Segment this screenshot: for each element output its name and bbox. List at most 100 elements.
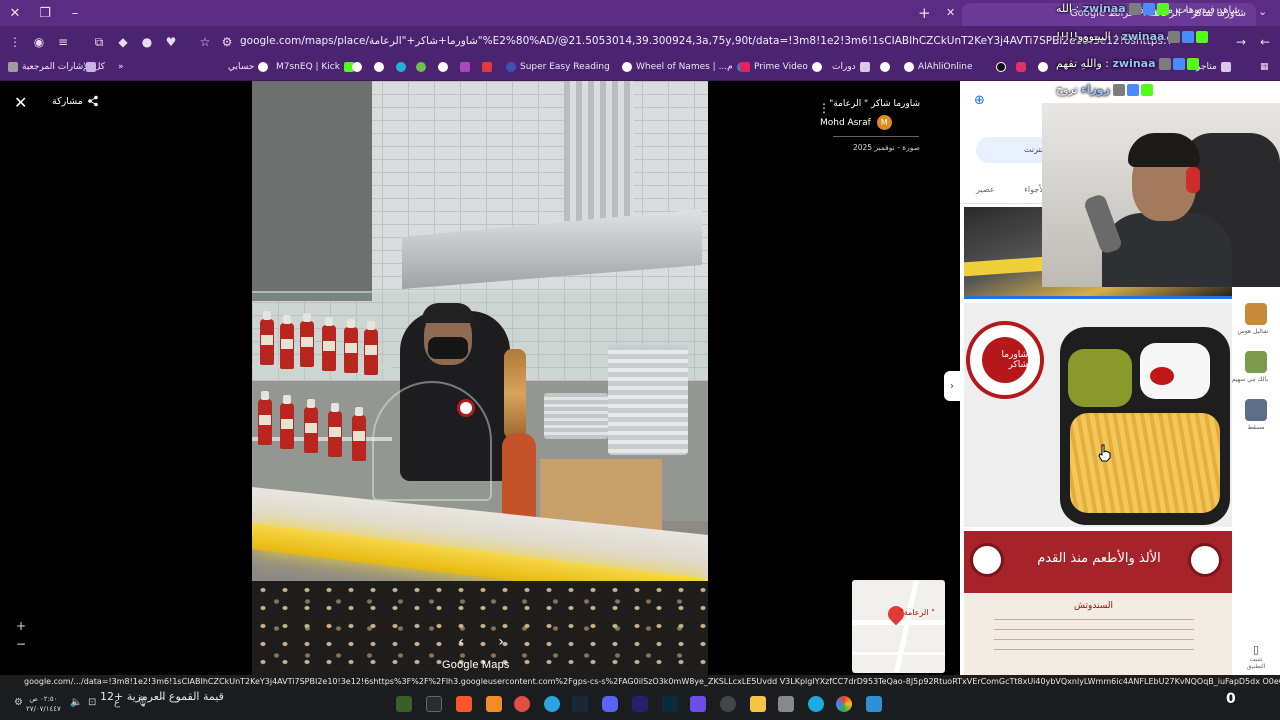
- chat-user: zwinaa: [1082, 2, 1126, 15]
- app-steam-icon[interactable]: [572, 696, 588, 712]
- bookmark-icon-7[interactable]: [482, 62, 492, 72]
- bookmark-instagram[interactable]: [1016, 62, 1026, 72]
- folder-icon: [1220, 62, 1231, 72]
- restore-window-icon[interactable]: ❐: [30, 0, 60, 26]
- app-start-icon[interactable]: [866, 696, 882, 712]
- diamond-icon[interactable]: ◆: [114, 33, 132, 51]
- bookmark-label: حسابي: [228, 62, 255, 72]
- bookmark-kick[interactable]: M7snEQ | Kick: [276, 62, 354, 72]
- network-icon[interactable]: ⊡: [88, 697, 96, 708]
- bookmark-icon-9[interactable]: [1038, 62, 1048, 72]
- restaurant-photo[interactable]: ‹ › Google Maps: [252, 81, 708, 675]
- app-discord-icon[interactable]: [602, 696, 618, 712]
- stream-counter: 0: [1226, 691, 1236, 707]
- mini-map[interactable]: " الرعامة": [852, 580, 945, 673]
- photo-author[interactable]: Mohd Asraf M: [820, 115, 892, 130]
- rail-item[interactable]: شاليل هوس: [1237, 303, 1268, 335]
- app-terminal-icon[interactable]: [426, 696, 442, 712]
- app-arc-icon[interactable]: [486, 696, 502, 712]
- clock-date: ٢٧/٠٧/١٤٤٧: [26, 705, 61, 713]
- rail-item[interactable]: بالك بني سهيم: [1232, 351, 1268, 383]
- close-icon[interactable]: ✕: [14, 93, 27, 112]
- place-title[interactable]: شاورما شاكر " الرعامة": [760, 99, 920, 109]
- bookmark-icon-2[interactable]: [374, 62, 384, 72]
- puzzle-icon[interactable]: ⧉: [90, 33, 108, 51]
- bookmark-alahli[interactable]: AlAhliOnline: [904, 62, 973, 72]
- bookmark-star-icon[interactable]: ☆: [196, 33, 214, 51]
- bookmark-courses[interactable]: دورات: [832, 62, 870, 72]
- zoom-in-icon[interactable]: +: [16, 617, 26, 635]
- chat-message: : واللهِ تقهم: [1056, 57, 1109, 70]
- globe-icon: [622, 62, 632, 72]
- app-brave-icon[interactable]: [456, 696, 472, 712]
- fries-and-shawarma: [1070, 413, 1220, 513]
- hand-cursor-icon: [1098, 444, 1111, 462]
- app-minecraft-icon[interactable]: [396, 696, 412, 712]
- close-window-icon[interactable]: ✕: [0, 0, 30, 26]
- app-premiere-icon[interactable]: [632, 696, 648, 712]
- app-explorer-icon[interactable]: [750, 696, 766, 712]
- next-photo-icon[interactable]: ›: [488, 629, 514, 655]
- app-record-icon[interactable]: [514, 696, 530, 712]
- bookmark-wheel[interactable]: Wheel of Names | ...م: [622, 62, 747, 72]
- apps-grid-icon[interactable]: ▦: [1260, 62, 1269, 72]
- photo-date: صورة - نوفمبر 2025: [852, 143, 920, 152]
- app-obs-icon[interactable]: [720, 696, 736, 712]
- ext-round-icon[interactable]: ●: [138, 33, 156, 51]
- zoom-out-icon[interactable]: −: [16, 635, 26, 653]
- site-settings-icon[interactable]: ⚙: [218, 33, 236, 51]
- forward-icon[interactable]: →: [1232, 33, 1250, 51]
- ketchup-bottle: [352, 407, 366, 461]
- bookmark-super-easy[interactable]: Super Easy Reading: [506, 62, 610, 72]
- bookmark-icon-1[interactable]: [352, 62, 362, 72]
- bookmark-account[interactable]: حسابي: [228, 62, 269, 72]
- settings-icon[interactable]: ⚙: [14, 697, 23, 708]
- bookmark-icon-6[interactable]: [460, 62, 470, 72]
- photo-thumbnail[interactable]: شاورما شاكر: [964, 303, 1232, 527]
- restaurant-logo: شاورما شاكر: [966, 321, 1044, 399]
- share-button[interactable]: مشاركة: [52, 95, 99, 107]
- tab-list-icon[interactable]: ⌄: [1258, 5, 1267, 18]
- install-app-button[interactable]: ▯ تثبيت التطبيق: [1240, 643, 1272, 670]
- bookmark-prime[interactable]: Prime Video: [740, 62, 822, 72]
- ketchup-bottle: [328, 403, 342, 457]
- foil-trays: [608, 345, 688, 455]
- collapse-panel-icon[interactable]: ›: [944, 371, 960, 401]
- url-input[interactable]: google.com/maps/place/شاورما+شاكر+"الرعا…: [240, 35, 1170, 47]
- chat-message: : الله: [1056, 2, 1080, 15]
- new-tab-icon[interactable]: +: [918, 4, 931, 22]
- photo-thumbnail[interactable]: الألذ والأطعم منذ القدم السندوتش: [964, 531, 1232, 675]
- tab-juice[interactable]: عصير: [976, 185, 995, 194]
- minimize-window-icon[interactable]: –: [60, 0, 90, 26]
- prev-photo-icon[interactable]: ‹: [448, 629, 474, 655]
- bookmark-icon-4[interactable]: [416, 62, 426, 72]
- globe-icon: [258, 62, 269, 72]
- menu-row: [994, 619, 1194, 620]
- app-store-icon[interactable]: [778, 696, 794, 712]
- rail-item[interactable]: مسقط: [1244, 399, 1268, 431]
- back-icon[interactable]: ←: [1256, 33, 1274, 51]
- volume-icon[interactable]: 🔈: [70, 697, 82, 708]
- bookmarks-overflow-icon[interactable]: »: [118, 62, 124, 72]
- menu-dots-icon[interactable]: ⋮: [6, 33, 24, 51]
- app-chrome-icon[interactable]: [836, 696, 852, 712]
- app-media-icon[interactable]: [690, 696, 706, 712]
- bookmark-stores[interactable]: متاجر: [1196, 62, 1231, 72]
- bookmark-folder[interactable]: [86, 62, 96, 72]
- app-photoshop-icon[interactable]: [662, 696, 678, 712]
- chat-line: zwinaa : واللهِ تقهم: [1056, 57, 1199, 70]
- add-photo-icon[interactable]: ⊕: [974, 93, 985, 108]
- ketchup-bottle: [300, 313, 314, 367]
- weather-widget[interactable]: قيمة القموع العرمزية +12: [100, 690, 224, 703]
- bookmark-tiktok[interactable]: [996, 62, 1006, 72]
- tab-close-icon[interactable]: ✕: [946, 6, 955, 19]
- bookmark-icon-5[interactable]: [438, 62, 448, 72]
- media-icon[interactable]: ≡: [54, 33, 72, 51]
- ext-red-icon[interactable]: ♥: [162, 33, 180, 51]
- app-telegram-icon[interactable]: [544, 696, 560, 712]
- bookmark-icon-3[interactable]: [396, 62, 406, 72]
- app-edge-icon[interactable]: [808, 696, 824, 712]
- system-clock[interactable]: ٠٢:٥٠ ص ٢٧/٠٧/١٤٤٧: [26, 694, 61, 714]
- bookmark-icon-8[interactable]: [880, 62, 890, 72]
- extension-icon[interactable]: ◉: [30, 33, 48, 51]
